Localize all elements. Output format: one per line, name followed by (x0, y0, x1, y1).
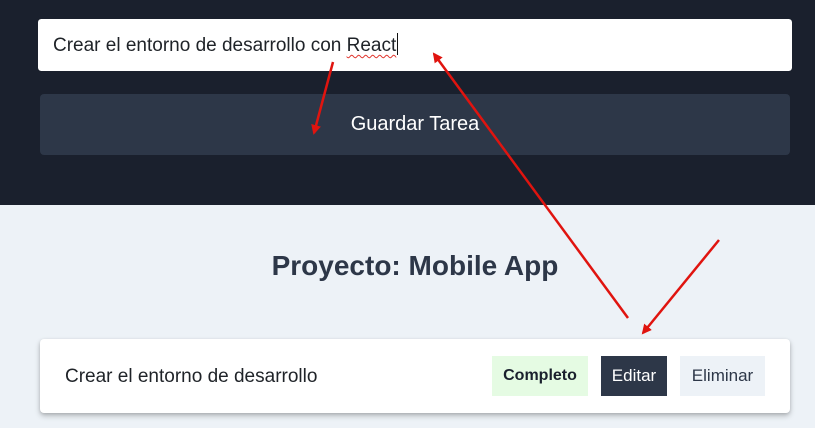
task-status-complete-button[interactable]: Completo (492, 356, 588, 396)
task-name-input-value: Crear el entorno de desarrollo con React (53, 33, 399, 56)
edit-task-button[interactable]: Editar (601, 356, 667, 396)
task-item: Crear el entorno de desarrollo Completo … (40, 339, 790, 413)
project-title: Proyecto: Mobile App (271, 250, 559, 281)
task-form-panel: Crear el entorno de desarrollo con React… (0, 0, 815, 205)
task-name: Crear el entorno de desarrollo (65, 366, 318, 387)
save-task-button[interactable]: Guardar Tarea (40, 94, 790, 155)
misspelled-word: React (346, 35, 397, 56)
text-caret (397, 33, 399, 55)
delete-task-button[interactable]: Eliminar (680, 356, 765, 396)
